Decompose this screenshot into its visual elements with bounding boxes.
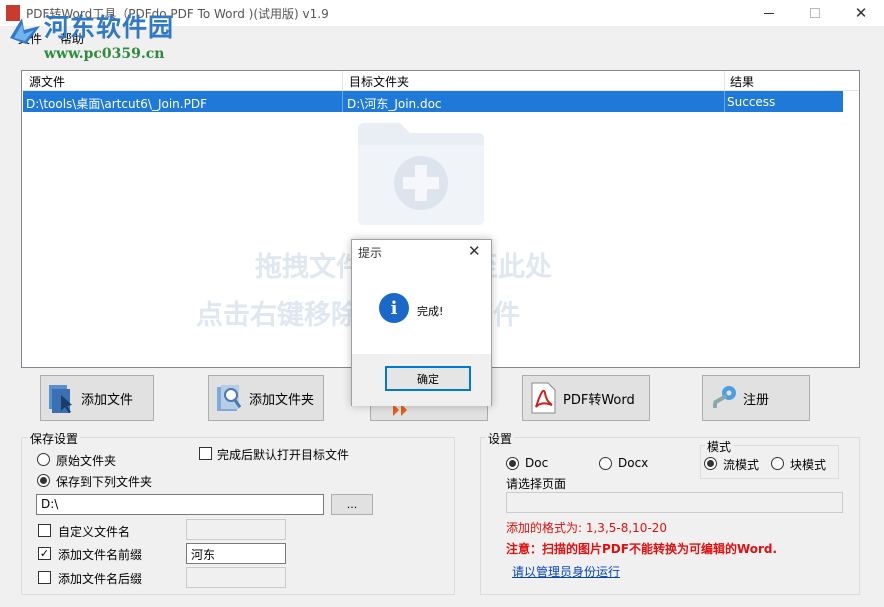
flow-mode-label[interactable]: 流模式	[723, 456, 759, 473]
block-mode-radio[interactable]	[771, 457, 784, 470]
doc-radio[interactable]	[506, 457, 519, 470]
run-as-admin-link[interactable]: 请以管理员身份运行	[512, 563, 620, 580]
dialog-title: 提示	[358, 246, 383, 260]
add-folder-label: 添加文件夹	[249, 392, 315, 408]
add-file-label: 添加文件	[81, 392, 134, 408]
doc-label[interactable]: Doc	[525, 456, 548, 470]
pdf-to-word-button[interactable]: PDF转Word	[522, 375, 650, 421]
info-icon: i	[379, 293, 409, 323]
suffix-input[interactable]	[186, 567, 286, 588]
original-folder-radio[interactable]	[37, 453, 50, 466]
row-result-cell: Success	[727, 95, 776, 109]
add-suffix-label[interactable]: 添加文件名后缀	[58, 570, 142, 587]
table-row[interactable]: D:\tools\桌面\artcut6\_Join.PDF D:\河东_Join…	[23, 91, 843, 112]
pages-input[interactable]	[506, 492, 843, 513]
docx-radio[interactable]	[599, 457, 612, 470]
close-window-button[interactable]: ✕	[838, 0, 884, 26]
add-file-button[interactable]: 添加文件	[40, 375, 154, 421]
add-suffix-checkbox[interactable]	[38, 571, 51, 584]
custom-name-checkbox[interactable]	[38, 524, 51, 537]
minimize-button[interactable]	[746, 0, 792, 26]
row-divider	[342, 91, 343, 112]
register-button[interactable]: 注册	[702, 375, 810, 421]
pdf-to-word-label: PDF转Word	[563, 392, 635, 408]
maximize-button[interactable]	[792, 0, 838, 26]
output-folder-input[interactable]: D:\	[36, 494, 324, 515]
pages-label: 请选择页面	[506, 477, 567, 491]
add-file-icon	[49, 385, 72, 413]
maximize-icon	[810, 8, 820, 18]
add-folder-button[interactable]: 添加文件夹	[208, 375, 324, 421]
settings-title: 设置	[486, 430, 515, 447]
dialog-message: 完成!	[417, 305, 444, 318]
flow-mode-radio[interactable]	[704, 457, 717, 470]
watermark-url: www.pc0359.cn	[44, 46, 165, 62]
add-prefix-label[interactable]: 添加文件名前缀	[58, 546, 142, 563]
ok-button[interactable]: 确定	[385, 366, 471, 391]
column-target[interactable]: 目标文件夹	[349, 73, 409, 90]
save-to-folder-label[interactable]: 保存到下列文件夹	[56, 473, 152, 490]
folder-add-icon	[358, 123, 484, 225]
dialog-footer: 确定	[352, 354, 491, 406]
key-icon	[713, 386, 736, 408]
register-label: 注册	[743, 392, 770, 408]
watermark-site-name: 河东软件园	[44, 13, 175, 42]
watermark-logo-icon	[10, 18, 40, 44]
column-source[interactable]: 源文件	[29, 73, 65, 90]
custom-name-label[interactable]: 自定义文件名	[58, 523, 130, 540]
info-dialog: 提示 ✕ i 完成! 确定	[351, 239, 492, 406]
original-folder-label[interactable]: 原始文件夹	[56, 452, 116, 469]
column-divider	[724, 71, 725, 91]
open-after-label[interactable]: 完成后默认打开目标文件	[217, 446, 349, 463]
docx-label[interactable]: Docx	[618, 456, 648, 470]
row-divider	[724, 91, 725, 112]
pdf-icon	[531, 382, 556, 414]
dialog-close-button[interactable]: ✕	[468, 242, 481, 260]
row-target-cell: D:\河东_Join.doc	[347, 97, 442, 111]
add-folder-icon	[217, 385, 242, 411]
row-source-cell: D:\tools\桌面\artcut6\_Join.PDF	[26, 97, 207, 111]
browse-button[interactable]: ...	[331, 494, 373, 515]
file-list-header: 源文件 目标文件夹 结果	[22, 71, 859, 91]
open-after-checkbox[interactable]	[199, 447, 212, 460]
add-prefix-checkbox[interactable]: ✓	[38, 547, 51, 560]
prefix-input[interactable]: 河东	[186, 543, 286, 564]
format-hint: 添加的格式为: 1,3,5-8,10-20	[506, 521, 668, 535]
block-mode-label[interactable]: 块模式	[790, 456, 826, 473]
column-result[interactable]: 结果	[730, 73, 754, 90]
mode-title: 模式	[705, 438, 734, 455]
minimize-icon	[764, 12, 774, 14]
save-settings-title: 保存设置	[28, 430, 81, 447]
custom-name-input[interactable]	[186, 519, 286, 540]
column-divider	[342, 71, 343, 91]
scan-warning: 注意：扫描的图片PDF不能转换为可编辑的Word.	[506, 542, 778, 556]
save-to-folder-radio[interactable]	[37, 474, 50, 487]
